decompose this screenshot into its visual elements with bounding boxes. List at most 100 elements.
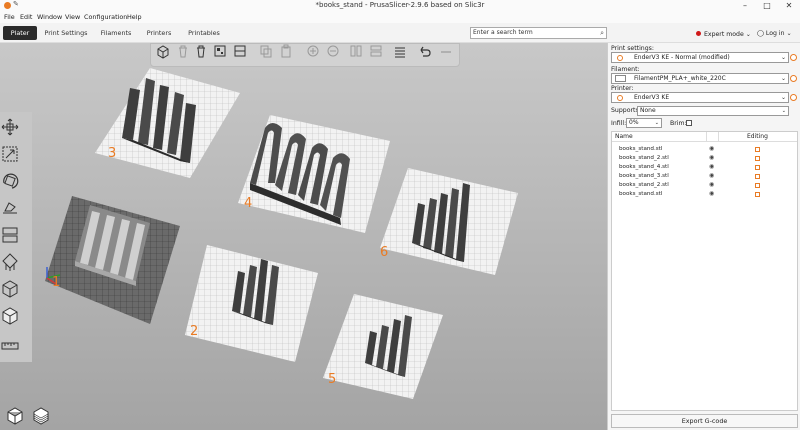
tab-printables[interactable]: Printables (186, 26, 222, 40)
bed-label-4: 4 (244, 196, 252, 211)
visibility-eye-icon[interactable]: ◉ (709, 163, 714, 170)
list-item[interactable]: books_stand.stl ◉ (612, 190, 797, 199)
menu-bar: File Edit Window View Configuration Help (0, 12, 800, 23)
paste-icon[interactable] (279, 44, 293, 59)
list-item[interactable]: books_stand_3.stl ◉ (612, 172, 797, 181)
object-name: books_stand.stl (619, 191, 663, 197)
split-objects-icon[interactable] (349, 44, 363, 59)
chevron-down-icon: ⌄ (780, 94, 786, 101)
edit-settings-icon[interactable] (755, 147, 760, 152)
menu-view[interactable]: View (65, 13, 80, 21)
filament-combo[interactable]: FilamentPM_PLA+_white_220C ⌄ (611, 73, 789, 84)
measure-icon[interactable] (0, 306, 20, 326)
arrange-selection-icon[interactable] (233, 44, 247, 59)
minimize-button[interactable]: – (734, 0, 756, 12)
menu-edit[interactable]: Edit (20, 13, 32, 21)
supports-combo[interactable]: None ⌄ (637, 106, 789, 116)
mode-selector[interactable]: Expert mode ⌄ (696, 31, 751, 38)
emboss-icon[interactable] (0, 336, 20, 356)
menu-window[interactable]: Window (37, 13, 62, 21)
bed-2[interactable]: 2 (185, 245, 318, 362)
bed-1[interactable]: 1 (45, 196, 180, 324)
visibility-eye-icon[interactable]: ◉ (709, 190, 714, 197)
infill-combo[interactable]: 0% ⌄ (626, 118, 662, 128)
bed-5[interactable]: 5 (323, 294, 443, 399)
maximize-button[interactable]: □ (756, 0, 778, 12)
cut-icon[interactable] (0, 225, 20, 245)
bed-4[interactable]: 4 (238, 115, 390, 233)
preview-view-icon[interactable] (30, 404, 52, 426)
edit-settings-icon[interactable] (755, 183, 760, 188)
menu-help[interactable]: Help (127, 13, 142, 21)
remove-instance-icon[interactable] (326, 44, 340, 59)
bed-label-3: 3 (108, 146, 116, 161)
window-title: *books_stand - PrusaSlicer-2.9.6 based o… (315, 1, 485, 9)
printer-combo[interactable]: EnderV3 KE ⌄ (611, 92, 789, 103)
delete-icon[interactable] (176, 44, 190, 59)
copy-icon[interactable] (259, 44, 273, 59)
visibility-eye-icon[interactable]: ◉ (709, 154, 714, 161)
3d-view-icon[interactable] (4, 404, 26, 426)
redo-icon[interactable] (439, 44, 453, 59)
plater-scene[interactable]: 3 4 6 1 2 5 (0, 43, 607, 430)
support-painting-icon[interactable] (0, 252, 20, 272)
object-name: books_stand_2.stl (619, 182, 669, 188)
tab-plater[interactable]: Plater (3, 26, 37, 40)
search-input[interactable]: Enter a search term ⌕ (470, 27, 607, 39)
add-object-icon[interactable] (156, 44, 170, 59)
bed-label-2: 2 (190, 324, 198, 339)
printer-gear-icon[interactable] (790, 94, 797, 101)
search-icon[interactable]: ⌕ (600, 28, 604, 38)
list-item[interactable]: books_stand.stl ◉ (612, 145, 797, 154)
rotate-icon[interactable] (0, 171, 20, 191)
arrange-icon[interactable] (213, 44, 227, 59)
title-bar: ✎ *books_stand - PrusaSlicer-2.9.6 based… (0, 0, 800, 12)
list-item[interactable]: books_stand_2.stl ◉ (612, 181, 797, 190)
object-name: books_stand_2.stl (619, 155, 669, 161)
top-toolbar (150, 43, 460, 67)
column-editing[interactable]: Editing (747, 133, 768, 140)
filament-color-swatch (615, 75, 626, 82)
edit-settings-icon[interactable] (755, 192, 760, 197)
delete-all-icon[interactable] (194, 44, 208, 59)
brim-checkbox[interactable] (686, 120, 692, 126)
filament-label: Filament: (611, 66, 640, 73)
scale-icon[interactable] (0, 144, 20, 164)
move-icon[interactable] (0, 117, 20, 137)
undo-icon[interactable] (417, 44, 431, 59)
seam-painting-icon[interactable] (0, 279, 20, 299)
close-button[interactable]: ✕ (778, 0, 800, 12)
visibility-eye-icon[interactable]: ◉ (709, 172, 714, 179)
chevron-down-icon: ⌄ (781, 108, 786, 114)
export-gcode-button[interactable]: Export G-code (611, 414, 798, 428)
add-instance-icon[interactable] (306, 44, 320, 59)
tab-print-settings[interactable]: Print Settings (44, 26, 88, 40)
place-on-face-icon[interactable] (0, 198, 20, 218)
menu-file[interactable]: File (4, 13, 15, 21)
list-item[interactable]: books_stand_2.stl ◉ (612, 154, 797, 163)
menu-configuration[interactable]: Configuration (84, 13, 127, 21)
print-settings-gear-icon[interactable] (790, 54, 797, 61)
object-list[interactable]: Name Editing books_stand.stl ◉ books_stan… (611, 131, 798, 411)
printer-icon (617, 95, 623, 101)
login-button[interactable]: ◯ Log in ⌄ (757, 30, 792, 37)
layers-editing-icon[interactable] (393, 44, 407, 59)
bed-3[interactable]: 3 (95, 68, 240, 178)
bed-label-6: 6 (380, 245, 388, 260)
filament-gear-icon[interactable] (790, 75, 797, 82)
edit-settings-icon[interactable] (755, 156, 760, 161)
tab-filaments[interactable]: Filaments (98, 26, 134, 40)
list-item[interactable]: books_stand_4.stl ◉ (612, 163, 797, 172)
print-settings-combo[interactable]: EnderV3 KE - Normal (modified) ⌄ (611, 52, 789, 63)
visibility-eye-icon[interactable]: ◉ (709, 181, 714, 188)
edit-settings-icon[interactable] (755, 174, 760, 179)
print-settings-value: EnderV3 KE - Normal (modified) (634, 54, 730, 61)
bed-6[interactable]: 6 (380, 168, 518, 275)
filament-value: FilamentPM_PLA+_white_220C (634, 75, 726, 82)
visibility-eye-icon[interactable]: ◉ (709, 145, 714, 152)
tab-printers[interactable]: Printers (143, 26, 175, 40)
3d-viewport[interactable]: 3 4 6 1 2 5 (0, 43, 607, 430)
column-name[interactable]: Name (615, 133, 633, 140)
edit-settings-icon[interactable] (755, 165, 760, 170)
split-parts-icon[interactable] (369, 44, 383, 59)
